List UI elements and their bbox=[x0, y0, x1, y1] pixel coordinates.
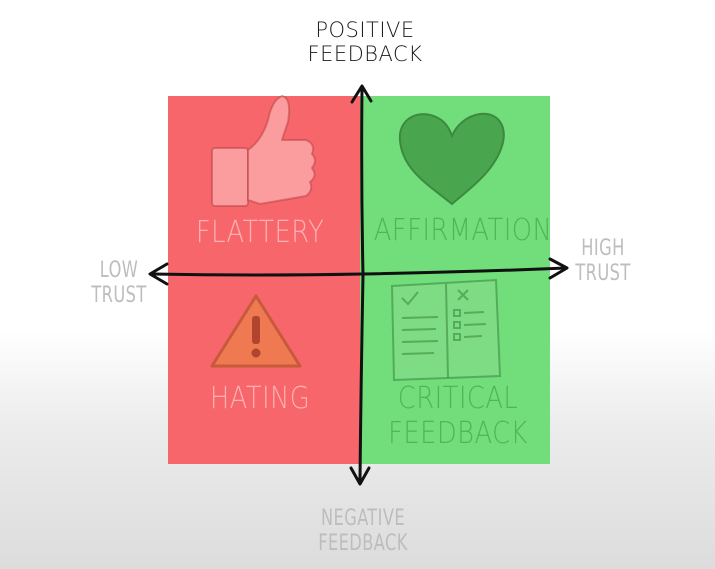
negative-feedback-label: NEGATIVE FEEDBACK bbox=[318, 506, 408, 557]
hating-label: HATING bbox=[209, 381, 311, 416]
critical-feedback-label: CRITICAL FEEDBACK bbox=[388, 381, 528, 451]
positive-feedback-label: POSITIVE FEEDBACK bbox=[307, 18, 423, 67]
high-trust-label: HIGH TRUST bbox=[575, 236, 631, 287]
affirmation-label: AFFIRMATION bbox=[373, 213, 553, 248]
low-trust-label: LOW TRUST bbox=[91, 258, 147, 309]
flattery-label: FLATTERY bbox=[195, 215, 325, 250]
checklist-icon bbox=[390, 278, 502, 382]
